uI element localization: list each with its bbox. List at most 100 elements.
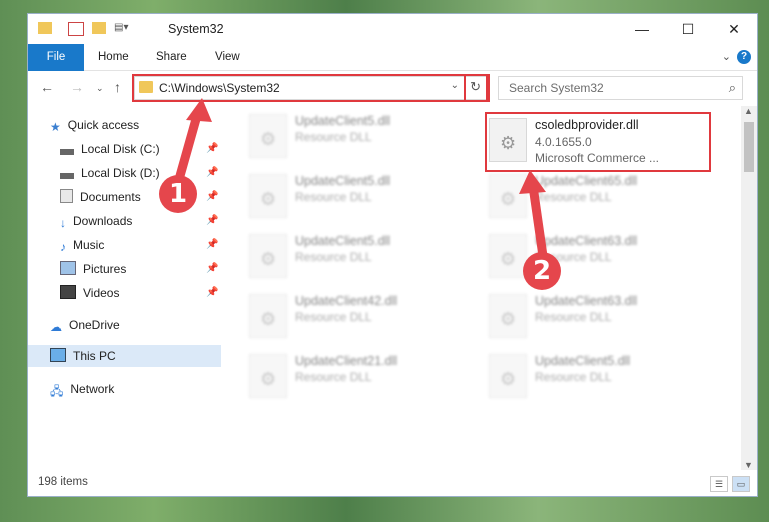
pin-icon[interactable]: 📌 (206, 263, 218, 274)
ribbon: File Home Share View ⌄ ? (28, 44, 757, 94)
dll-file-icon: ⚙ (489, 234, 527, 278)
details-view-icon[interactable]: ☰ (710, 476, 728, 492)
tab-home[interactable]: Home (84, 44, 143, 70)
file-name: UpdateClient42.dll (295, 294, 398, 308)
minimize-button[interactable]: — (619, 14, 665, 44)
file-list: ⚙ UpdateClient5.dll Resource DLL ⚙ Updat… (221, 106, 752, 466)
title-bar: ▤▾ System32 — ☐ ✕ (28, 14, 757, 44)
sidebar-item-music[interactable]: ♪ Music (60, 234, 104, 256)
cloud-icon: ☁ (50, 320, 62, 334)
file-type: Resource DLL (295, 310, 372, 324)
file-name: UpdateClient5.dll (535, 354, 631, 368)
network-icon: 🖧 (50, 384, 64, 398)
file-name: UpdateClient63.dll (535, 234, 638, 248)
forward-button[interactable]: → (70, 79, 84, 95)
file-item[interactable]: ⚙ UpdateClient5.dll Resource DLL (249, 172, 469, 222)
dll-file-icon: ⚙ (489, 294, 527, 338)
file-name: UpdateClient5.dll (295, 114, 391, 128)
vertical-scrollbar[interactable]: ▲ ▼ (741, 106, 757, 470)
dll-file-icon: ⚙ (249, 114, 287, 158)
tab-share[interactable]: Share (142, 44, 201, 70)
close-button[interactable]: ✕ (711, 14, 757, 44)
tab-view[interactable]: View (201, 44, 254, 70)
file-item[interactable]: ⚙ UpdateClient42.dll Resource DLL (249, 292, 469, 342)
music-icon: ♪ (60, 240, 66, 254)
sidebar-item-local-disk-c[interactable]: Local Disk (C:) (60, 138, 160, 160)
help-icon[interactable]: ? (737, 50, 751, 64)
download-icon: ↓ (60, 216, 66, 230)
dll-file-icon: ⚙ (249, 354, 287, 398)
pictures-icon (60, 261, 76, 275)
sidebar-item-documents[interactable]: Documents (60, 186, 141, 208)
dll-file-icon: ⚙ (249, 174, 287, 218)
sidebar-item-videos[interactable]: Videos (60, 282, 119, 304)
pin-icon[interactable]: 📌 (206, 287, 218, 298)
new-folder-icon[interactable] (92, 22, 106, 34)
sidebar-item-label: OneDrive (69, 318, 120, 332)
status-bar: 198 items ☰ ▭ (28, 472, 757, 496)
file-item[interactable]: ⚙ UpdateClient5.dll Resource DLL (489, 352, 709, 402)
sidebar-item-label: Pictures (83, 262, 127, 276)
file-item[interactable]: ⚙ UpdateClient63.dll Resource DLL (489, 292, 709, 342)
file-type: Resource DLL (535, 190, 612, 204)
pin-icon[interactable]: 📌 (206, 215, 218, 226)
back-button[interactable]: ← (40, 79, 54, 95)
file-type: Resource DLL (535, 310, 612, 324)
sidebar-item-onedrive[interactable]: ☁ OneDrive (50, 314, 120, 336)
sidebar-item-label: Documents (80, 190, 141, 204)
scroll-down-icon[interactable]: ▼ (744, 460, 753, 470)
quick-access-dropdown-icon[interactable]: ▤▾ (114, 22, 128, 34)
sidebar-item-label: Music (73, 238, 105, 252)
file-type: Resource DLL (535, 370, 612, 384)
scrollbar-thumb[interactable] (744, 122, 754, 172)
file-type: Resource DLL (295, 370, 372, 384)
sidebar-item-label: Quick access (67, 118, 140, 132)
file-name: UpdateClient21.dll (295, 354, 398, 368)
dll-file-icon: ⚙ (249, 294, 287, 338)
maximize-button[interactable]: ☐ (665, 14, 711, 44)
file-type: Resource DLL (295, 250, 372, 264)
step-badge-1: 1 (159, 175, 197, 213)
pin-icon[interactable]: 📌 (206, 239, 218, 250)
sidebar-item-local-disk-d[interactable]: Local Disk (D:) (60, 162, 160, 184)
sidebar-item-label: Local Disk (D:) (81, 166, 160, 180)
sidebar-item-label: This PC (73, 349, 116, 363)
step-badge-2: 2 (523, 252, 561, 290)
file-item[interactable]: ⚙ UpdateClient21.dll Resource DLL (249, 352, 469, 402)
file-name: UpdateClient5.dll (295, 234, 391, 248)
videos-icon (60, 285, 76, 299)
sidebar-item-quick-access[interactable]: ★ Quick access (50, 114, 139, 136)
dll-file-icon: ⚙ (249, 234, 287, 278)
sidebar-item-pictures[interactable]: Pictures (60, 258, 126, 280)
scroll-up-icon[interactable]: ▲ (744, 106, 753, 116)
drive-icon (60, 149, 74, 155)
navigation-bar: ← → ⌄ ↑ C:\Windows\System32 ⌄ ↻ Search S… (28, 71, 757, 105)
search-box[interactable]: Search System32 ⌕ (498, 76, 743, 100)
file-item[interactable]: ⚙ UpdateClient63.dll Resource DLL (489, 232, 709, 282)
expand-ribbon-icon[interactable]: ⌄ (722, 50, 731, 63)
properties-icon[interactable] (68, 22, 84, 36)
large-icons-view-icon[interactable]: ▭ (732, 476, 750, 492)
up-button[interactable]: ↑ (114, 79, 121, 95)
sidebar-item-this-pc[interactable]: This PC (50, 345, 116, 367)
documents-icon (60, 189, 73, 203)
file-type: Resource DLL (295, 130, 372, 144)
pin-icon[interactable]: 📌 (206, 167, 218, 178)
window-title: System32 (168, 22, 224, 36)
file-item[interactable]: ⚙ UpdateClient5.dll Resource DLL (249, 232, 469, 282)
dll-file-icon: ⚙ (489, 174, 527, 218)
file-name: UpdateClient63.dll (535, 294, 638, 308)
dll-file-icon: ⚙ (489, 354, 527, 398)
recent-locations-icon[interactable]: ⌄ (96, 83, 104, 94)
file-item[interactable]: ⚙ UpdateClient5.dll Resource DLL (249, 112, 469, 162)
sidebar-item-label: Downloads (73, 214, 133, 228)
refresh-highlight-box (464, 74, 488, 102)
pin-icon[interactable]: 📌 (206, 191, 218, 202)
file-name: UpdateClient5.dll (295, 174, 391, 188)
file-highlight-box (485, 112, 711, 172)
sidebar-item-downloads[interactable]: ↓ Downloads (60, 210, 132, 232)
search-placeholder: Search System32 (509, 81, 604, 95)
file-item[interactable]: ⚙ UpdateClient65.dll Resource DLL (489, 172, 709, 222)
pin-icon[interactable]: 📌 (206, 143, 218, 154)
sidebar-item-network[interactable]: 🖧 Network (50, 378, 114, 400)
